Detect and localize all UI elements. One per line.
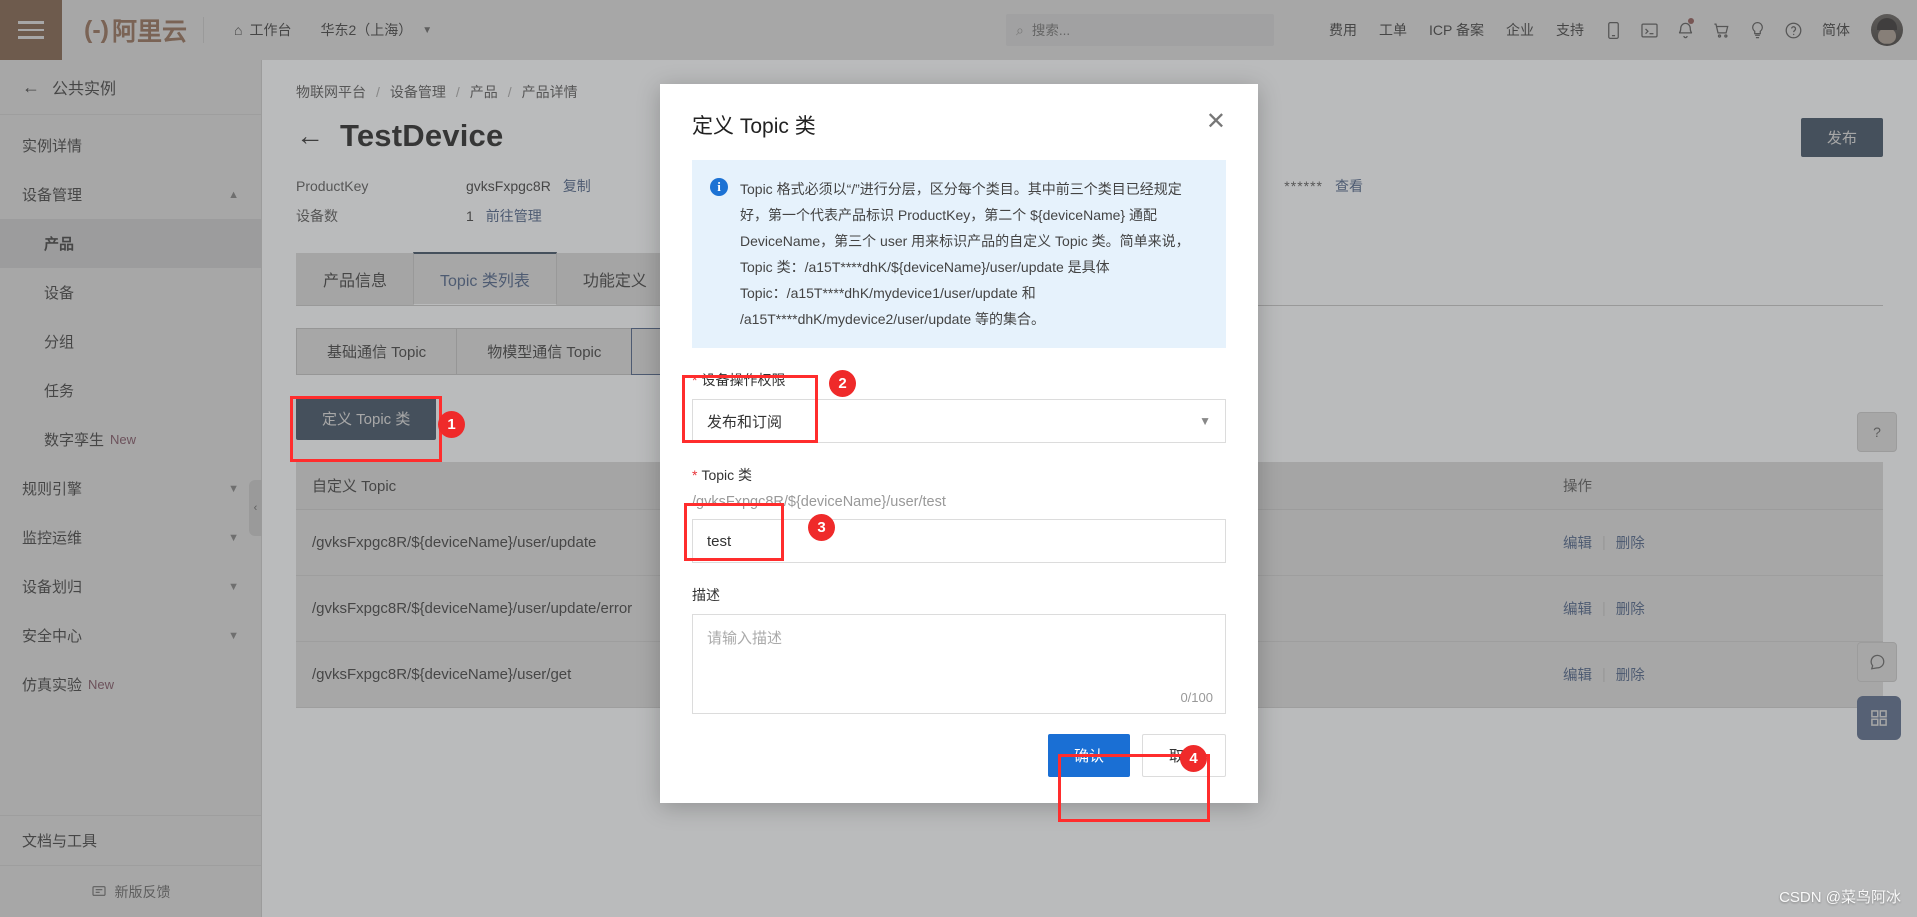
info-text: Topic 格式必须以“/”进行分层，区分每个类目。其中前三个类目已经规定好，第… bbox=[740, 176, 1208, 332]
field-label-topic: *Topic 类 bbox=[692, 465, 1226, 485]
modal-header: 定义 Topic 类 ✕ bbox=[660, 84, 1258, 140]
field-permission: *设备操作权限 发布和订阅 ▼ bbox=[692, 370, 1226, 443]
topic-input[interactable]: test bbox=[692, 519, 1226, 563]
field-label-description: 描述 bbox=[692, 585, 1226, 605]
description-placeholder: 请输入描述 bbox=[707, 630, 782, 647]
permission-label-text: 设备操作权限 bbox=[701, 372, 785, 388]
watermark: CSDN @菜鸟阿冰 bbox=[1779, 886, 1901, 907]
close-icon[interactable]: ✕ bbox=[1206, 110, 1226, 134]
define-topic-modal: 定义 Topic 类 ✕ i Topic 格式必须以“/”进行分层，区分每个类目… bbox=[660, 84, 1258, 803]
field-label-permission: *设备操作权限 bbox=[692, 370, 1226, 390]
chevron-down-icon: ▼ bbox=[1199, 414, 1211, 428]
modal-title: 定义 Topic 类 bbox=[692, 110, 816, 140]
required-marker: * bbox=[692, 372, 697, 388]
character-counter: 0/100 bbox=[1180, 690, 1213, 705]
permission-select[interactable]: 发布和订阅 ▼ bbox=[692, 399, 1226, 443]
topic-label-text: Topic 类 bbox=[701, 467, 752, 483]
required-marker: * bbox=[692, 467, 697, 483]
modal-footer: 确认 取消 bbox=[660, 714, 1258, 803]
info-banner: i Topic 格式必须以“/”进行分层，区分每个类目。其中前三个类目已经规定好… bbox=[692, 160, 1226, 348]
modal-body: i Topic 格式必须以“/”进行分层，区分每个类目。其中前三个类目已经规定好… bbox=[660, 140, 1258, 714]
description-textarea[interactable]: 请输入描述 0/100 bbox=[692, 614, 1226, 714]
info-icon: i bbox=[710, 178, 728, 196]
permission-selected-value: 发布和订阅 bbox=[707, 411, 782, 432]
field-description: 描述 请输入描述 0/100 bbox=[692, 585, 1226, 714]
confirm-button[interactable]: 确认 bbox=[1048, 734, 1130, 777]
field-topic: *Topic 类 /gvksFxpgc8R/${deviceName}/user… bbox=[692, 465, 1226, 563]
cancel-button[interactable]: 取消 bbox=[1142, 734, 1226, 777]
topic-preview: /gvksFxpgc8R/${deviceName}/user/test bbox=[692, 494, 1226, 510]
